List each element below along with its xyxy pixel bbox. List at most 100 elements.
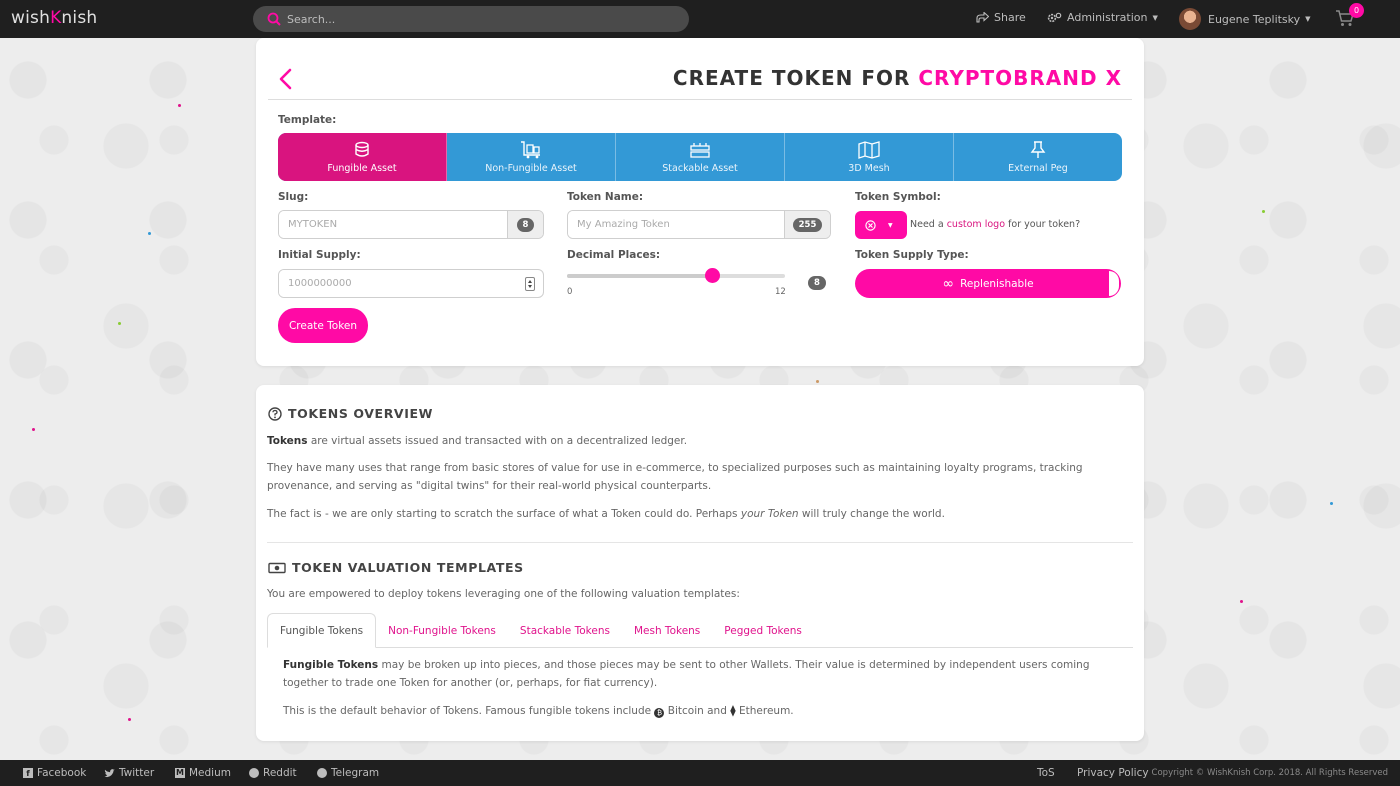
coins-icon (355, 141, 369, 157)
avatar (1179, 8, 1201, 30)
tokens-overview-card: TOKENS OVERVIEW Tokens are virtual asset… (256, 385, 1144, 741)
valuation-tabs: Fungible Tokens Non-Fungible Tokens Stac… (267, 613, 1133, 648)
telegram-icon (317, 768, 327, 778)
fungible-tab-paragraph-2: This is the default behavior of Tokens. … (283, 704, 794, 718)
template-non-fungible-asset[interactable]: Non-Fungible Asset (447, 133, 616, 181)
tokens-overview-heading: TOKENS OVERVIEW (268, 406, 433, 421)
administration-menu[interactable]: Administration ▼ (1047, 11, 1158, 24)
search-box[interactable] (253, 6, 689, 32)
custom-logo-link[interactable]: custom logo (947, 219, 1005, 230)
wishknish-logo[interactable]: wishKnish (11, 8, 97, 28)
template-label-text: 3D Mesh (848, 162, 890, 174)
decor-dot (1330, 502, 1333, 505)
decimal-places-slider[interactable] (567, 268, 785, 283)
footer-link-facebook[interactable]: f Facebook (23, 767, 86, 779)
chevron-down-icon: ▼ (1305, 15, 1311, 23)
decor-dot (1240, 600, 1243, 603)
copyright-text: Copyright © WishKnish Corp. 2018. All Ri… (1151, 768, 1388, 778)
token-symbol-label: Token Symbol: (855, 191, 941, 203)
slider-min-label: 0 (567, 287, 573, 297)
thumbtack-icon (1030, 140, 1046, 158)
decor-dot (128, 718, 131, 721)
top-navbar: wishKnish Share Administration ▼ Eugene … (0, 0, 1400, 38)
footer-link-medium[interactable]: M Medium (175, 767, 231, 779)
token-name-maxlength-addon: 255 (784, 211, 830, 238)
chevron-down-icon: ▼ (888, 221, 893, 229)
chevron-down-icon: ▼ (1152, 13, 1158, 22)
template-label: Template: (278, 114, 337, 126)
divider (267, 542, 1133, 543)
template-fungible-asset[interactable]: Fungible Asset (278, 133, 447, 181)
twitter-icon (104, 768, 115, 777)
decimal-value-badge: 8 (808, 270, 826, 290)
slug-field: 8 (278, 210, 544, 239)
supply-type-value: Replenishable (960, 277, 1034, 290)
facebook-icon: f (23, 768, 33, 778)
share-icon (976, 12, 989, 23)
decor-dot (816, 380, 819, 383)
footer: f Facebook Twitter M Medium Reddit Teleg… (0, 760, 1400, 786)
tab-mesh-tokens[interactable]: Mesh Tokens (622, 613, 712, 648)
char-limit-badge: 8 (516, 217, 535, 232)
template-3d-mesh[interactable]: 3D Mesh (785, 133, 954, 181)
slider-fill (567, 274, 713, 278)
page-title: CREATE TOKEN FOR CRYPTOBRAND X (672, 66, 1122, 90)
create-token-card: CREATE TOKEN FOR CRYPTOBRAND X Template:… (256, 38, 1144, 366)
search-icon (267, 12, 281, 26)
share-link[interactable]: Share (976, 11, 1026, 24)
template-label-text: Stackable Asset (662, 162, 738, 174)
slider-max-label: 12 (775, 287, 786, 297)
initial-supply-input[interactable] (279, 270, 525, 297)
decor-dot (1262, 210, 1265, 213)
decor-dot (32, 428, 35, 431)
decor-dot (118, 322, 121, 325)
slider-handle[interactable] (704, 268, 720, 283)
template-stackable-asset[interactable]: Stackable Asset (616, 133, 785, 181)
slug-maxlength-addon: 8 (507, 211, 543, 238)
question-circle-icon (268, 406, 282, 421)
overview-paragraph-2: They have many uses that range from basi… (267, 462, 1083, 492)
number-stepper[interactable] (525, 276, 535, 291)
close-circle-icon (865, 219, 876, 231)
initial-supply-label: Initial Supply: (278, 249, 361, 261)
decor-dot (178, 104, 181, 107)
slug-input[interactable] (279, 211, 507, 238)
token-name-field: 255 (567, 210, 831, 239)
footer-link-twitter[interactable]: Twitter (104, 767, 154, 779)
char-limit-badge: 255 (792, 217, 823, 232)
footer-link-telegram[interactable]: Telegram (317, 767, 379, 779)
back-arrow-icon[interactable] (278, 68, 292, 90)
bitcoin-icon: ₿ (654, 708, 665, 718)
ethereum-icon: ⧫ (730, 704, 736, 717)
token-name-input[interactable] (568, 211, 784, 238)
supply-type-toggle[interactable]: ∞ Replenishable (855, 269, 1121, 298)
footer-link-reddit[interactable]: Reddit (249, 767, 297, 779)
initial-supply-field (278, 269, 544, 298)
luggage-cart-icon (521, 140, 540, 158)
footer-link-tos[interactable]: ToS (1037, 767, 1055, 779)
overview-paragraph-3: The fact is - we are only starting to sc… (267, 508, 945, 520)
token-symbol-picker[interactable]: ▼ (855, 211, 907, 239)
tab-fungible-tokens[interactable]: Fungible Tokens (267, 613, 377, 648)
fungible-tab-paragraph-1: Fungible Tokens may be broken up into pi… (283, 659, 1090, 689)
medium-icon: M (175, 768, 185, 778)
tab-pegged-tokens[interactable]: Pegged Tokens (712, 613, 814, 648)
share-label: Share (994, 11, 1026, 24)
template-label-text: External Peg (1008, 162, 1068, 174)
divider (268, 99, 1132, 100)
search-input[interactable] (287, 12, 667, 26)
decor-dot (148, 232, 151, 235)
administration-label: Administration (1067, 11, 1148, 24)
create-token-button[interactable]: Create Token (278, 308, 368, 343)
user-name: Eugene Teplitsky (1208, 12, 1301, 26)
tab-non-fungible-tokens[interactable]: Non-Fungible Tokens (376, 613, 508, 648)
footer-link-privacy-policy[interactable]: Privacy Policy (1077, 767, 1149, 779)
infinity-icon: ∞ (942, 275, 955, 292)
overview-paragraph-1: Tokens are virtual assets issued and tra… (267, 435, 688, 447)
user-menu[interactable]: Eugene Teplitsky ▼ (1179, 8, 1311, 30)
tab-stackable-tokens[interactable]: Stackable Tokens (508, 613, 622, 648)
template-external-peg[interactable]: External Peg (954, 133, 1122, 181)
valuation-intro: You are empowered to deploy tokens lever… (267, 588, 740, 600)
token-name-label: Token Name: (567, 191, 644, 203)
symbol-note: Need a custom logo for your token? (910, 219, 1081, 230)
